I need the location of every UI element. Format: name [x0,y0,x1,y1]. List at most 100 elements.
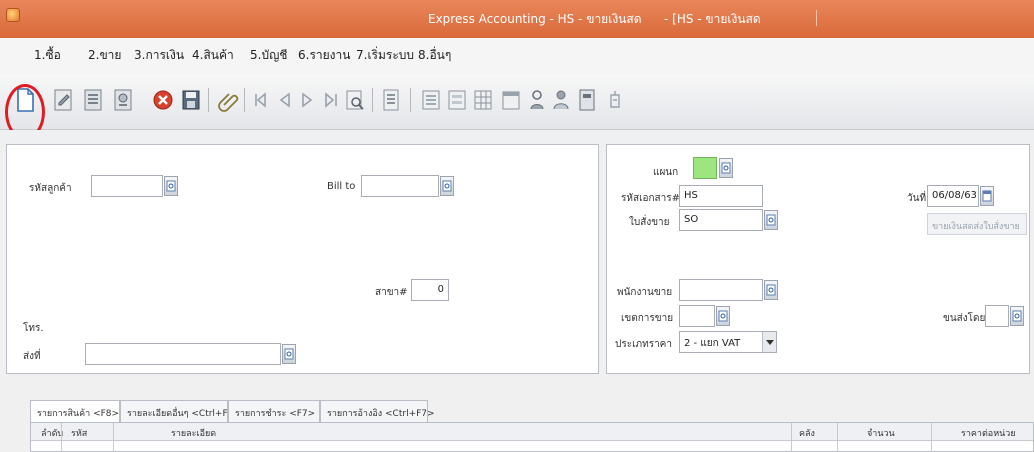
toolbar-divider [372,88,373,112]
save-icon[interactable] [180,86,202,114]
cancel-icon[interactable] [152,86,174,114]
column-header-unit-price[interactable]: ราคาต่อหน่วย [961,426,1016,440]
customer-code-field[interactable] [91,175,163,197]
lookup-icon [1012,310,1022,322]
menu-finance[interactable]: 3.การเงิน [134,46,184,65]
column-divider [931,423,932,452]
chevron-down-icon[interactable] [762,332,776,352]
sales-area-field[interactable] [679,305,715,327]
column-header-code[interactable]: รหัส [71,426,87,440]
toolbar-divider [244,88,245,112]
lookup-icon [718,310,728,322]
price-type-select[interactable]: 2 - แยก VAT [679,331,777,353]
window-title-secondary: - [HS - ขายเงินสด [664,12,761,26]
branch-label: สาขา# [375,287,408,298]
customer-panel: รหัสลูกค้า Bill to สาขา# 0 โทร. ส่งที่ [6,144,599,374]
app-icon[interactable] [6,8,20,22]
branch-field[interactable]: 0 [411,279,449,301]
tab-other-details[interactable]: รายละเอียดอื่นๆ <Ctrl+F8> [120,400,241,422]
toolbar [0,74,1034,130]
shipping-lookup-button[interactable] [1010,306,1024,326]
date-label: วันที่ [907,193,927,204]
bill-to-field[interactable] [361,175,439,197]
invoice-lookup-button[interactable] [764,210,778,230]
invoice-label: ใบสั่งขาย [629,217,670,228]
address-field[interactable] [85,343,281,365]
column-header-warehouse[interactable]: คลัง [799,426,815,440]
document-panel: แผนก รหัสเอกสาร# HS ใบสั่งขาย SO วันที่ … [606,144,1030,374]
menu-accounts[interactable]: 5.บัญชี [250,46,287,65]
menu-sales[interactable]: 2.ขาย [88,46,121,65]
attach-icon[interactable] [218,86,240,114]
lookup-icon [284,348,294,360]
column-divider [61,423,62,452]
menu-setup[interactable]: 7.เริ่มระบบ [356,46,414,65]
menu-bar: 1.ซื้อ 2.ขาย 3.การเงิน 4.สินค้า 5.บัญชี … [0,38,1034,74]
column-header-no[interactable]: ลำดับ [41,426,63,440]
customer-code-label: รหัสลูกค้า [29,183,72,194]
lookup-icon [766,214,776,226]
column-divider [113,423,114,452]
next-record-icon[interactable] [296,86,318,114]
lookup-icon [721,162,731,174]
department-field[interactable] [693,157,717,179]
date-picker-button[interactable] [980,186,994,206]
salesperson-field[interactable] [679,279,763,301]
invoice-field[interactable]: SO [679,209,763,231]
cash-sale-from-order-button[interactable]: ขายเงินสดส่งใบสั่งขาย [927,213,1027,235]
title-divider [816,10,817,26]
last-record-icon[interactable] [320,86,342,114]
tab-references[interactable]: รายการอ้างอิง <Ctrl+F7> [320,400,435,422]
form-icon[interactable] [446,86,468,114]
calendar-small-icon [982,190,992,202]
salesperson-lookup-button[interactable] [764,280,778,300]
report-icon[interactable] [380,86,402,114]
date-field[interactable]: 06/08/63 [927,185,979,207]
department-lookup-button[interactable] [719,158,733,178]
phone-label: โทร. [23,323,44,334]
toolbar-divider [410,88,411,112]
window-title: Express Accounting - HS - ขายเงินสด [428,12,642,26]
price-type-value: 2 - แยก VAT [684,338,741,349]
print-icon[interactable] [112,86,134,114]
list-icon[interactable] [420,86,442,114]
document-icon[interactable] [576,86,598,114]
lookup-icon [166,180,176,192]
sales-area-lookup-button[interactable] [716,306,730,326]
edit-icon[interactable] [52,86,74,114]
address-lookup-button[interactable] [282,344,296,364]
salesperson-label: พนักงานขาย [617,287,673,298]
menu-purchase[interactable]: 1.ซื้อ [34,46,61,65]
copy-icon[interactable] [82,86,104,114]
first-record-icon[interactable] [250,86,272,114]
title-bar: Express Accounting - HS - ขายเงินสด - [H… [0,0,1034,38]
menu-reports[interactable]: 6.รายงาน [298,46,350,65]
lookup-icon [442,180,452,192]
doc-type-field[interactable]: HS [679,185,763,207]
address-label: ส่งที่ [23,351,41,362]
column-header-quantity[interactable]: จำนวน [867,426,895,440]
search-icon[interactable] [344,86,366,114]
items-table: ลำดับ รหัส รายละเอียด คลัง จำนวน ราคาต่อ… [30,422,1034,452]
shipping-field[interactable] [985,305,1009,327]
menu-others[interactable]: 8.อื่นๆ [418,46,451,65]
sales-area-label: เขตการขาย [621,313,674,324]
menu-inventory[interactable]: 4.สินค้า [192,46,234,65]
tag-icon[interactable] [526,86,548,114]
table-header: ลำดับ รหัส รายละเอียด คลัง จำนวน ราคาต่อ… [31,423,1033,441]
grid-icon[interactable] [472,86,494,114]
column-header-description[interactable]: รายละเอียด [171,426,216,440]
department-label: แผนก [653,167,679,178]
doc-type-label: รหัสเอกสาร# [621,193,681,204]
previous-record-icon[interactable] [274,86,296,114]
customer-lookup-button[interactable] [164,176,178,196]
bill-to-lookup-button[interactable] [440,176,454,196]
user-icon[interactable] [550,86,572,114]
settings-icon[interactable] [604,86,626,114]
toolbar-spacer [0,130,1034,144]
column-divider [791,423,792,452]
column-divider [837,423,838,452]
tab-payments[interactable]: รายการชำระ <F7> [228,400,320,422]
tab-items[interactable]: รายการสินค้า <F8> [30,400,120,423]
calendar-icon[interactable] [500,86,522,114]
